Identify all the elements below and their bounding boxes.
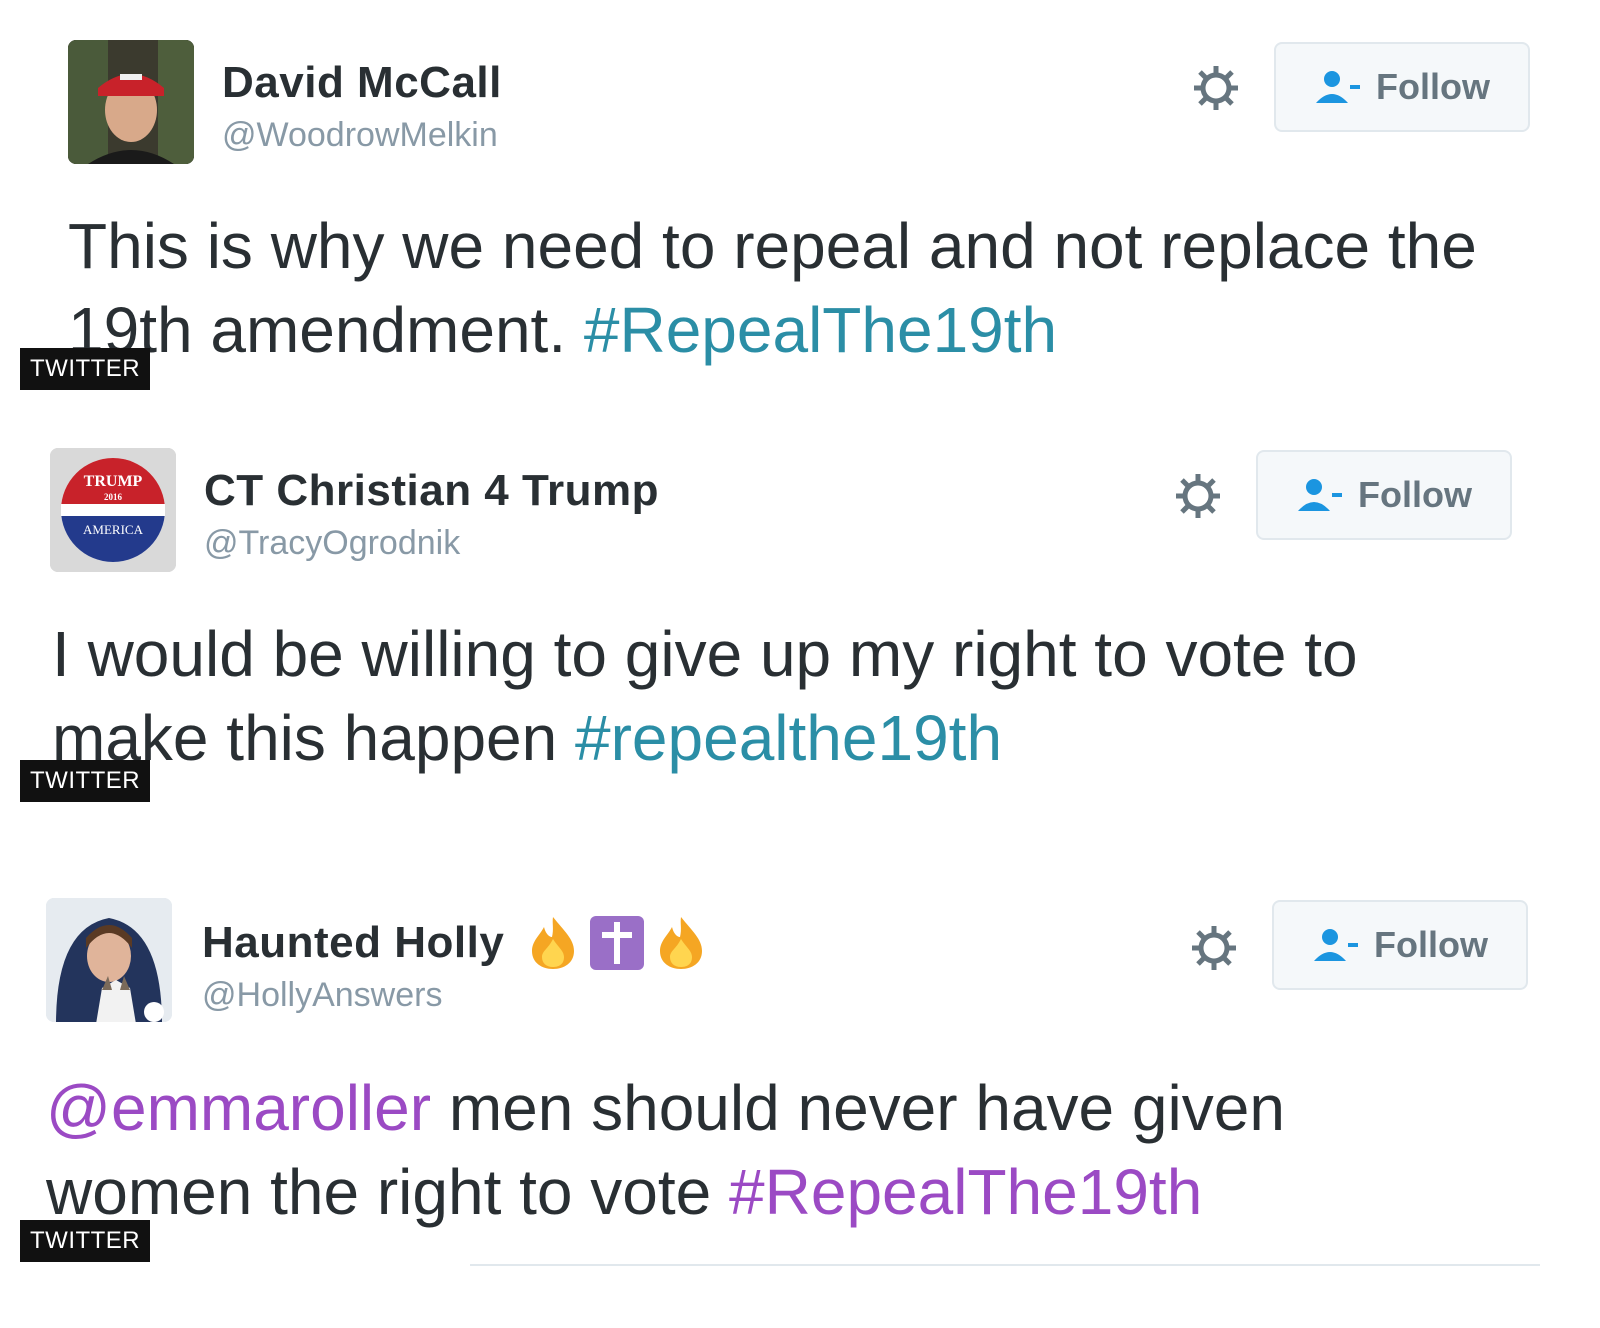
gear-icon[interactable]: [1188, 922, 1240, 974]
tweet-text: @emmaroller men should never have given …: [46, 1066, 1506, 1234]
avatar[interactable]: TRUMP 2016 AMERICA: [50, 448, 176, 572]
user-name[interactable]: Haunted Holly: [202, 914, 710, 972]
cross-emoji-icon: [590, 916, 645, 970]
mention-link[interactable]: @emmaroller: [46, 1072, 431, 1144]
fire-emoji-icon: [660, 917, 703, 969]
follow-button[interactable]: Follow: [1256, 450, 1512, 540]
add-user-icon: [1316, 71, 1360, 103]
tweet-text: This is why we need to repeal and not re…: [68, 204, 1528, 372]
tweet-text: I would be willing to give up my right t…: [52, 612, 1512, 780]
user-handle[interactable]: @WoodrowMelkin: [222, 116, 498, 155]
user-name[interactable]: David McCall: [222, 58, 502, 108]
fire-emoji-icon: [532, 917, 575, 969]
add-user-icon: [1314, 929, 1358, 961]
gear-icon[interactable]: [1172, 470, 1224, 522]
avatar[interactable]: [46, 898, 172, 1022]
follow-label: Follow: [1376, 66, 1490, 107]
user-name[interactable]: CT Christian 4 Trump: [204, 466, 659, 516]
source-badge: TWITTER: [20, 1220, 151, 1262]
divider: [470, 1264, 1540, 1266]
add-user-icon: [1298, 479, 1342, 511]
follow-button[interactable]: Follow: [1272, 900, 1528, 990]
hashtag-link[interactable]: #RepealThe19th: [584, 294, 1057, 366]
follow-button[interactable]: Follow: [1274, 42, 1530, 132]
user-handle[interactable]: @HollyAnswers: [202, 976, 442, 1015]
avatar-top-text: TRUMP: [84, 473, 143, 490]
follow-label: Follow: [1358, 474, 1472, 515]
user-handle[interactable]: @TracyOgrodnik: [204, 524, 460, 563]
hashtag-link[interactable]: #RepealThe19th: [729, 1156, 1202, 1228]
follow-label: Follow: [1374, 924, 1488, 965]
avatar-bottom-text: AMERICA: [83, 522, 144, 537]
source-badge: TWITTER: [20, 348, 151, 390]
hashtag-link[interactable]: #repealthe19th: [575, 702, 1002, 774]
user-name-text: Haunted Holly: [202, 918, 505, 967]
source-badge: TWITTER: [20, 760, 151, 802]
avatar[interactable]: [68, 40, 194, 164]
avatar-year-text: 2016: [104, 492, 123, 502]
gear-icon[interactable]: [1190, 62, 1242, 114]
